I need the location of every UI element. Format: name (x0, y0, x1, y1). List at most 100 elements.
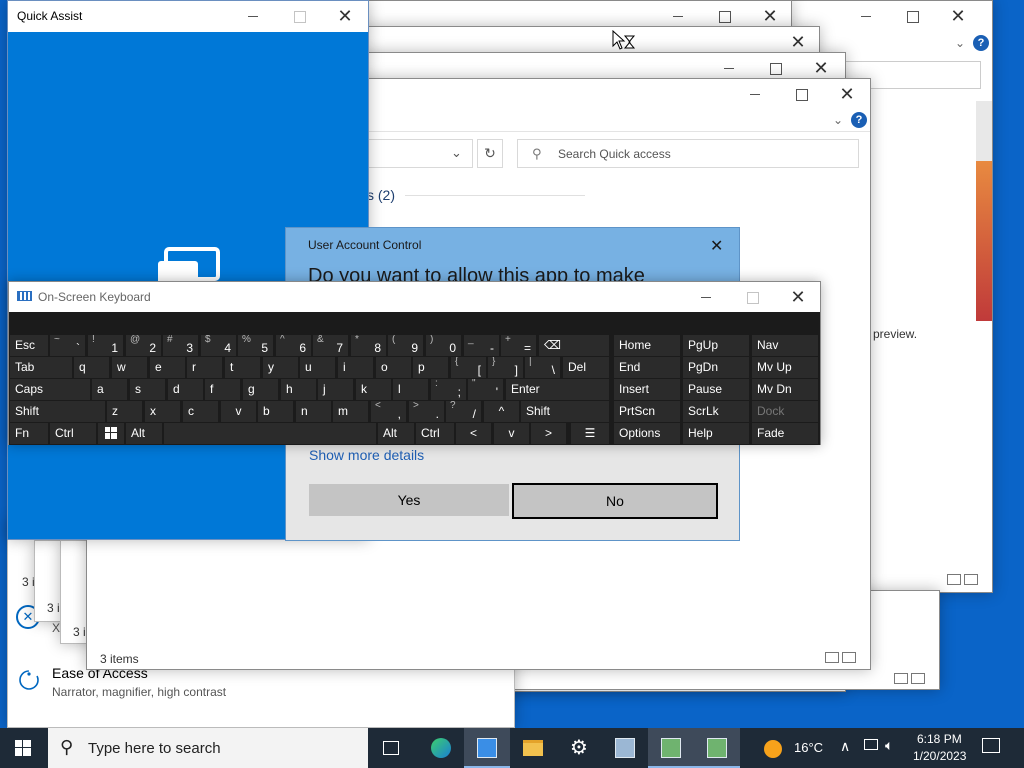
osk-key-prtscn[interactable]: PrtScn (614, 401, 680, 422)
close-button[interactable]: ✕ (775, 282, 821, 312)
quick-assist-icon-2[interactable] (694, 728, 740, 768)
osk-key-menu[interactable]: ☰ (571, 423, 609, 444)
osk-key-home[interactable]: Home (614, 335, 680, 356)
remote-desktop-icon[interactable] (464, 728, 510, 768)
osk-key-9[interactable]: * 8 (351, 335, 386, 356)
help-icon[interactable]: ? (851, 112, 867, 128)
osk-key-i[interactable]: i (338, 357, 373, 378)
osk-key-2[interactable]: ! 1 (88, 335, 123, 356)
osk-key-q[interactable]: q (74, 357, 109, 378)
edge-icon[interactable] (418, 728, 464, 768)
ease-of-access-icon[interactable] (18, 669, 40, 691)
osk-key-nav[interactable]: Nav (752, 335, 818, 356)
osk-key-[interactable]: > (531, 423, 566, 444)
maximize-button[interactable] (778, 79, 824, 109)
osk-key-c[interactable]: c (183, 401, 218, 422)
osk-key-x[interactable]: x (145, 401, 180, 422)
osk-key-y[interactable]: y (263, 357, 298, 378)
osk-key-h[interactable]: h (281, 379, 316, 400)
osk-key-4[interactable]: #3 (163, 335, 198, 356)
osk-key-[interactable]: ⌫ (539, 335, 609, 356)
ribbon-expand-icon[interactable]: ⌄ (833, 113, 843, 127)
osk-key-10[interactable]: ? / (446, 401, 481, 422)
osk-key-z[interactable]: z (107, 401, 142, 422)
osk-key-o[interactable]: o (376, 357, 411, 378)
file-explorer-icon[interactable] (510, 728, 556, 768)
osk-key-windows[interactable] (98, 423, 124, 444)
osk-key-shift[interactable]: Shift (521, 401, 609, 422)
osk-key-10[interactable]: (9 (388, 335, 423, 356)
osk-key-alt[interactable]: Alt (378, 423, 414, 444)
start-button[interactable] (0, 728, 46, 768)
osk-key-10[interactable]: :; (431, 379, 466, 400)
osk-key-pgup[interactable]: PgUp (683, 335, 749, 356)
osk-key-s[interactable]: s (130, 379, 165, 400)
yes-button[interactable]: Yes (309, 484, 509, 516)
osk-key-13[interactable]: + = (501, 335, 536, 356)
osk-key-8[interactable]: & 7 (313, 335, 348, 356)
quick-assist-titlebar[interactable]: Quick Assist ✕ (8, 1, 368, 32)
address-dropdown-icon[interactable]: ⌄ (451, 145, 462, 161)
osk-key-d[interactable]: d (168, 379, 203, 400)
osk-key-p[interactable]: p (413, 357, 448, 378)
refresh-icon[interactable]: ↻ (477, 139, 503, 168)
osk-titlebar[interactable]: On-Screen Keyboard ✕ (9, 282, 820, 312)
weather-temp[interactable]: 16°C (794, 740, 823, 755)
osk-key-v[interactable]: v (494, 423, 529, 444)
settings-gear-icon[interactable]: ⚙ (556, 728, 602, 768)
minimize-button[interactable] (732, 79, 778, 109)
chevron-down-icon[interactable]: ⌄ (955, 36, 965, 50)
osk-key-enter[interactable]: Enter (506, 379, 609, 400)
notification-icon[interactable] (982, 738, 1000, 753)
osk-key-l[interactable]: l (393, 379, 428, 400)
osk-key-a[interactable]: a (92, 379, 127, 400)
osk-key-k[interactable]: k (356, 379, 391, 400)
osk-key-insert[interactable]: Insert (614, 379, 680, 400)
search-box[interactable]: ⚲ Search Quick access (517, 139, 859, 168)
osk-key-help[interactable]: Help (683, 423, 749, 444)
quick-assist-icon[interactable] (648, 728, 694, 768)
osk-key-del[interactable]: Del (563, 357, 609, 378)
osk-key-esc[interactable]: Esc (10, 335, 48, 356)
close-button[interactable]: ✕ (824, 79, 870, 109)
minimize-button[interactable] (230, 1, 276, 31)
osk-key-12[interactable]: }] (488, 357, 523, 378)
osk-key-pgdn[interactable]: PgDn (683, 357, 749, 378)
osk-key-9[interactable]: >. (409, 401, 444, 422)
show-hidden-icons-chevron-icon[interactable]: ∧ (840, 738, 850, 755)
osk-key-6[interactable]: % 5 (238, 335, 273, 356)
osk-key-end[interactable]: End (614, 357, 680, 378)
osk-key-ctrl[interactable]: Ctrl (416, 423, 454, 444)
osk-key-alt[interactable]: Alt (126, 423, 162, 444)
osk-key-u[interactable]: u (300, 357, 335, 378)
group-header[interactable]: s (2) (367, 187, 395, 203)
osk-key-8[interactable]: <, (371, 401, 406, 422)
osk-key-space[interactable] (164, 423, 376, 444)
osk-key-13[interactable]: | \ (525, 357, 560, 378)
task-view-icon[interactable] (370, 728, 416, 768)
osk-key-[interactable]: < (456, 423, 491, 444)
maximize-button[interactable] (889, 1, 935, 31)
osk-key-scrlk[interactable]: ScrLk (683, 401, 749, 422)
osk-key-v[interactable]: v (221, 401, 256, 422)
volume-icon[interactable]: 🔈︎ (885, 737, 893, 754)
view-toggle[interactable] (947, 574, 981, 586)
osk-key-tab[interactable]: Tab (10, 357, 72, 378)
osk-key-b[interactable]: b (258, 401, 293, 422)
no-button[interactable]: No (512, 483, 718, 519)
osk-key-[interactable]: ^ (484, 401, 519, 422)
show-more-details-link[interactable]: Show more details (309, 447, 424, 463)
osk-key-ctrl[interactable]: Ctrl (50, 423, 96, 444)
uac-close-button[interactable]: ✕ (710, 236, 723, 256)
weather-icon[interactable] (764, 740, 782, 758)
osk-key-mvdn[interactable]: Mv Dn (752, 379, 818, 400)
osk-key-g[interactable]: g (243, 379, 278, 400)
clock-date[interactable]: 1/20/2023 (913, 749, 966, 763)
osk-key-caps[interactable]: Caps (10, 379, 90, 400)
network-icon[interactable] (864, 739, 878, 750)
osk-key-11[interactable]: ) 0 (426, 335, 461, 356)
osk-key-e[interactable]: e (150, 357, 185, 378)
osk-key-fade[interactable]: Fade (752, 423, 818, 444)
osk-key-mvup[interactable]: Mv Up (752, 357, 818, 378)
osk-key-f[interactable]: f (205, 379, 240, 400)
